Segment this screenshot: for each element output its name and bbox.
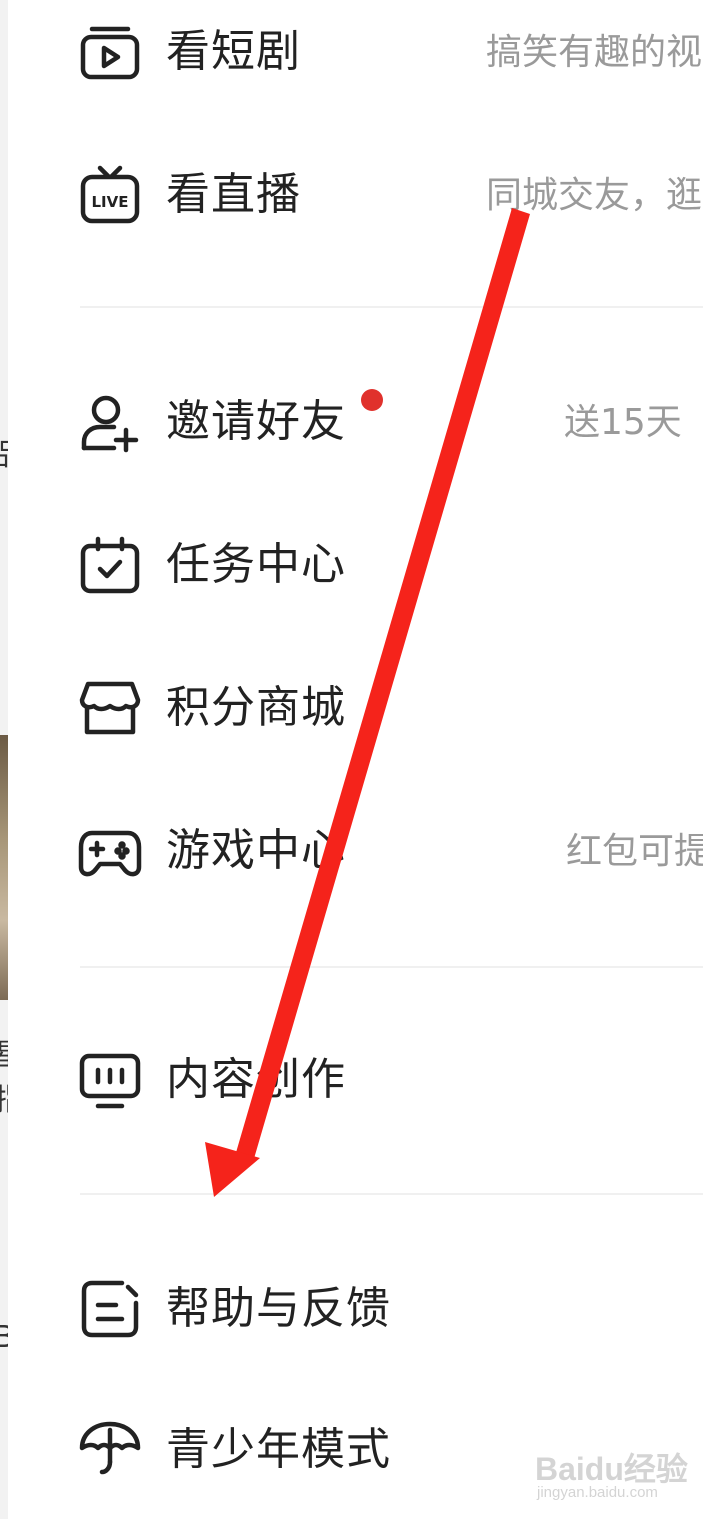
menu-item-label: 看直播: [166, 169, 301, 220]
menu-item-label: 邀请好友: [166, 396, 346, 447]
background-char: 品: [0, 430, 8, 474]
watermark-url: jingyan.baidu.com: [537, 1484, 658, 1501]
section-divider: [80, 1193, 703, 1195]
notification-badge-dot: [361, 389, 383, 411]
background-char: B: [0, 1320, 8, 1355]
play-card-icon: [78, 20, 142, 84]
menu-item-short-drama[interactable]: 看短剧 搞笑有趣的视: [8, 2, 703, 102]
menu-item-points-mall[interactable]: 积分商城: [8, 658, 703, 758]
menu-item-task-center[interactable]: 任务中心: [8, 515, 703, 615]
gamepad-icon: [78, 819, 142, 883]
background-page-strip: 品 星 指 B: [0, 0, 8, 1519]
monitor-icon: [78, 1048, 142, 1112]
add-user-icon: [78, 390, 142, 454]
sprout-umbrella-icon: [78, 1418, 142, 1482]
menu-item-label: 青少年模式: [166, 1424, 391, 1475]
menu-item-subtitle: 同城交友，逛: [486, 175, 703, 216]
section-divider: [80, 306, 703, 308]
menu-item-label: 任务中心: [166, 539, 346, 590]
menu-item-label: 内容创作: [166, 1054, 346, 1105]
menu-item-label: 积分商城: [166, 682, 346, 733]
svg-text:LIVE: LIVE: [92, 193, 129, 211]
menu-item-subtitle: 送15天: [564, 402, 682, 443]
menu-item-label: 帮助与反馈: [166, 1283, 391, 1334]
live-tv-icon: LIVE: [78, 163, 142, 227]
menu-item-subtitle: 搞笑有趣的视: [486, 32, 703, 73]
background-char: 星: [0, 1030, 8, 1074]
menu-item-subtitle: 红包可提: [566, 831, 703, 872]
menu-item-label: 游戏中心: [166, 825, 346, 876]
menu-item-game-center[interactable]: 游戏中心 红包可提: [8, 801, 703, 901]
menu-item-invite-friends[interactable]: 邀请好友 送15天: [8, 372, 703, 472]
background-thumbnail: [0, 735, 8, 1000]
menu-item-content-creation[interactable]: 内容创作: [8, 1030, 703, 1130]
store-icon: [78, 676, 142, 740]
screen: 品 星 指 B 看短剧 搞笑有趣的视: [0, 0, 703, 1519]
menu-item-help-feedback[interactable]: 帮助与反馈: [8, 1259, 703, 1359]
section-divider: [80, 966, 703, 968]
calendar-check-icon: [78, 533, 142, 597]
feedback-icon: [78, 1277, 142, 1341]
menu-item-live[interactable]: LIVE 看直播 同城交友，逛: [8, 145, 703, 245]
watermark: Baidu经验 jingyan.baidu.com: [535, 1440, 695, 1510]
background-char: 指: [0, 1075, 8, 1119]
menu-item-label: 看短剧: [166, 26, 301, 77]
side-drawer-menu: 看短剧 搞笑有趣的视 LIVE 看直播 同城交友，逛 邀请好友 送15天 任务中…: [8, 0, 703, 1519]
